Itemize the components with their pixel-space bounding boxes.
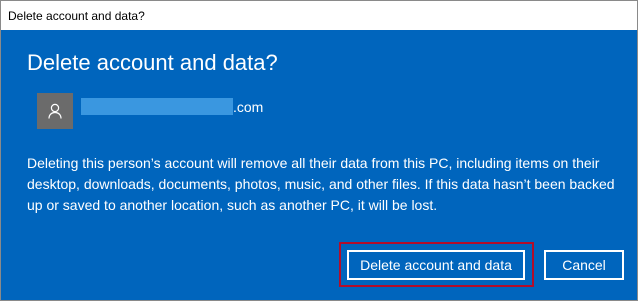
account-row: .com <box>37 93 263 129</box>
title-bar: Delete account and data? <box>1 1 637 30</box>
delete-account-button[interactable]: Delete account and data <box>347 250 525 280</box>
window-title: Delete account and data? <box>8 8 145 23</box>
cancel-button[interactable]: Cancel <box>544 250 624 280</box>
dialog-content: Delete account and data? .com Deleting t… <box>1 30 637 300</box>
dialog-window: Delete account and data? Delete account … <box>0 0 638 301</box>
user-icon <box>48 103 62 119</box>
account-email: .com <box>81 97 263 117</box>
warning-message: Deleting this person’s account will remo… <box>27 155 615 213</box>
email-suffix: .com <box>233 98 264 115</box>
dialog-heading: Delete account and data? <box>27 50 278 75</box>
redacted-email <box>81 98 233 115</box>
avatar <box>37 93 73 129</box>
